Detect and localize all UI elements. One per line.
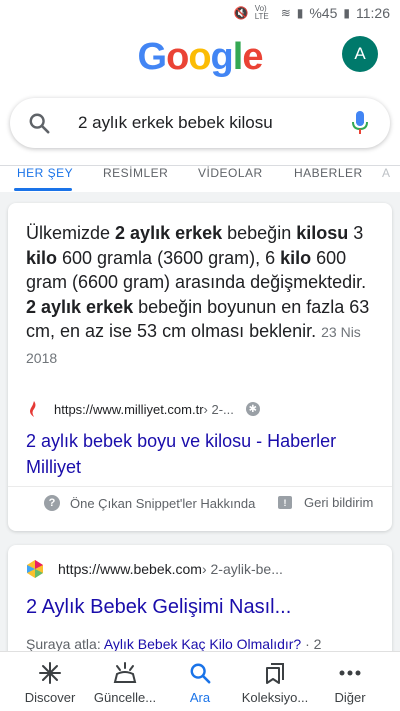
bottom-nav: Discover Güncelle... Ara Koleksiyo... Di… [0,651,400,711]
feedback-label: Geri bildirim [304,495,374,510]
header: Google A 2 aylık erkek bebek kilosu HER … [0,26,400,192]
wifi-icon: ≋ [280,6,291,20]
updates-icon [113,660,137,686]
snippet-highlight: 2 aylık erkek [115,223,223,243]
snippet-segment: bebeğin [222,223,297,243]
tab-all[interactable]: HER ŞEY [17,166,73,180]
milliyet-favicon [26,401,42,417]
network-label: Vo) LTE [254,4,269,21]
nav-collections[interactable]: Koleksiyo... [235,652,315,711]
collections-icon [265,660,285,686]
nav-label: Diğer [334,690,366,705]
tab-news[interactable]: HABERLER [294,166,363,180]
result-path: › 2-aylik-be... [201,561,283,577]
help-icon: ? [44,495,60,511]
nav-label: Koleksiyo... [241,690,309,705]
logo-letter: o [166,36,189,78]
status-bar: 🔇 Vo) LTE ≋ ▮ %45 ▮ 11:26 [0,0,400,26]
google-logo[interactable]: Google [0,36,400,79]
battery-icon: ▮ [343,6,350,20]
snippet-text: Ülkemizde 2 aylık erkek bebeğin kilosu 3… [26,221,378,371]
nav-discover[interactable]: Discover [10,652,90,711]
search-query[interactable]: 2 aylık erkek bebek kilosu [78,113,273,133]
nav-updates[interactable]: Güncelle... [85,652,165,711]
snippet-segment: Ülkemizde [26,223,116,243]
nav-label: Güncelle... [93,690,157,705]
active-tab-indicator [14,188,72,191]
snippet-segment: 3 [348,223,364,243]
tab-bar: HER ŞEY RESİMLER VİDEOLAR HABERLER A [0,162,400,192]
signal-icon: ▮ [296,6,304,20]
jump-to-row: Şuraya atla: Aylık Bebek Kaç Kilo Olmalı… [26,636,321,652]
source-domain[interactable]: https://www.milliyet.com.tr [54,402,204,417]
mute-icon: 🔇 [233,6,249,20]
divider [8,486,392,487]
clock: 11:26 [356,5,390,21]
logo-letter: o [188,36,211,78]
mic-icon[interactable] [352,111,368,135]
featured-snippet-card: Ülkemizde 2 aylık erkek bebeğin kilosu 3… [8,203,392,531]
battery-level: %45 [309,5,338,21]
tab-videos[interactable]: VİDEOLAR [198,166,263,180]
source-path: › 2-... [203,401,234,417]
logo-letter: g [210,36,234,78]
bebek-favicon [27,560,43,578]
search-box[interactable]: 2 aylık erkek bebek kilosu [10,98,390,148]
snippet-highlight: kilo [26,247,58,268]
feedback-icon: ! [278,496,292,509]
nav-search[interactable]: Ara [160,652,240,711]
tab-more[interactable]: A [382,166,391,180]
nav-label: Ara [189,690,211,705]
more-icon [339,660,361,686]
snippet-link-title[interactable]: 2 aylık bebek boyu ve kilosu - Haberler … [26,428,378,480]
snippet-source[interactable]: https://www.milliyet.com.tr › 2-... ✱ [26,401,260,417]
result-source[interactable]: https://www.bebek.com › 2-aylik-be... [26,560,283,578]
account-avatar[interactable]: A [342,36,378,72]
logo-letter: e [242,36,263,78]
tab-images[interactable]: RESİMLER [103,166,168,180]
result-title[interactable]: 2 Aylık Bebek Gelişimi Nasıl... [26,596,291,619]
logo-letter: G [137,36,168,78]
search-icon [189,660,211,686]
nav-more[interactable]: Diğer [310,652,390,711]
snippet-highlight: kilosu [296,223,349,243]
snippet-segment: 600 gramla (3600 gram), 6 [57,247,281,268]
asterisk-icon [39,660,61,686]
feedback-link[interactable]: ! Geri bildirim [278,495,373,510]
info-icon[interactable]: ✱ [245,402,260,416]
jump-prefix: Şuraya atla: [26,636,104,652]
jump-link[interactable]: Aylık Bebek Kaç Kilo Olmalıdır? [104,636,301,652]
about-snippets-label: Öne Çıkan Snippet'ler Hakkında [70,495,256,511]
about-snippets-link[interactable]: ? Öne Çıkan Snippet'ler Hakkında [44,495,255,511]
search-icon[interactable] [28,112,50,134]
jump-suffix: · 2 [301,636,322,652]
divider [0,165,400,166]
snippet-highlight: 2 aylık erkek [26,296,134,317]
nav-label: Discover [24,690,76,705]
result-domain[interactable]: https://www.bebek.com [58,561,202,577]
snippet-highlight: kilo [280,247,312,268]
logo-letter: l [232,36,244,78]
